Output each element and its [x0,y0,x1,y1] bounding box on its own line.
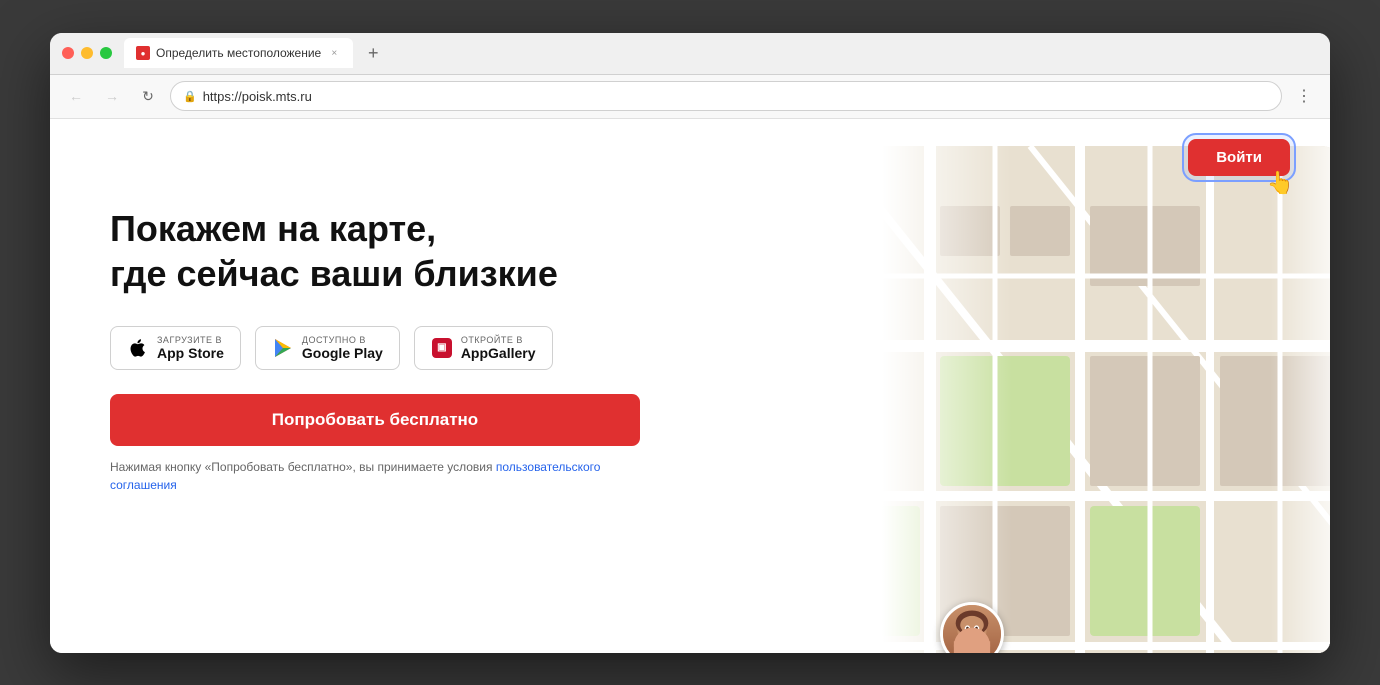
maximize-button[interactable] [100,47,112,59]
app-gallery-icon: ▣ [431,337,453,359]
try-free-button[interactable]: Попробовать бесплатно [110,394,640,446]
app-store-text: Загрузите в App Store [157,335,224,361]
app-gallery-label: Откройте в [461,335,536,345]
google-play-button[interactable]: Доступно в Google Play [255,326,400,370]
tab-favicon: ● [136,46,150,60]
google-play-label: Доступно в [302,335,383,345]
tab-title: Определить местоположение [156,46,321,60]
app-gallery-text: Откройте в AppGallery [461,335,536,361]
hero-title-line1: Покажем на карте, [110,208,436,249]
traffic-lights [62,47,112,59]
hero-right [810,146,1330,653]
page-content: Войти 👆 Покажем на карте, где сейчас ваш… [50,119,1330,653]
cursor-hand: 👆 [1267,170,1294,196]
browser-menu-button[interactable]: ⋮ [1290,82,1318,110]
avatar-face [943,605,1001,653]
app-gallery-button[interactable]: ▣ Откройте в AppGallery [414,326,553,370]
hero-left: Покажем на карте, где сейчас ваши близки… [110,196,750,494]
google-play-text: Доступно в Google Play [302,335,383,361]
hero-title-line2: где сейчас ваши близкие [110,253,558,294]
minimize-button[interactable] [81,47,93,59]
map-fade-left [830,146,1330,653]
app-store-label: Загрузите в [157,335,224,345]
new-tab-button[interactable]: + [359,39,387,67]
hero-section: Покажем на карте, где сейчас ваши близки… [50,176,1330,653]
browser-window: ● Определить местоположение × + ← → ↻ 🔒 … [50,33,1330,653]
back-button[interactable]: ← [62,82,90,110]
google-play-name: Google Play [302,345,383,361]
site-header: Войти 👆 [50,119,1330,176]
url-text: https://poisk.mts.ru [203,89,312,104]
app-store-name: App Store [157,345,224,361]
tab-bar: ● Определить местоположение × + [124,38,1318,68]
app-gallery-name: AppGallery [461,345,536,361]
disclaimer: Нажимая кнопку «Попробовать бесплатно», … [110,458,640,494]
map-fade-right [1270,146,1330,653]
store-buttons: Загрузите в App Store [110,326,750,370]
title-bar: ● Определить местоположение × + [50,33,1330,75]
forward-button[interactable]: → [98,82,126,110]
close-button[interactable] [62,47,74,59]
google-play-icon [272,337,294,359]
apple-icon [127,337,149,359]
active-tab[interactable]: ● Определить местоположение × [124,38,353,68]
address-bar: ← → ↻ 🔒 https://poisk.mts.ru ⋮ [50,75,1330,119]
disclaimer-text: Нажимая кнопку «Попробовать бесплатно», … [110,460,496,474]
url-bar[interactable]: 🔒 https://poisk.mts.ru [170,81,1282,111]
login-btn-wrapper: Войти 👆 [1188,139,1290,176]
app-store-button[interactable]: Загрузите в App Store [110,326,241,370]
tab-close-button[interactable]: × [327,46,341,60]
lock-icon: 🔒 [183,90,197,103]
refresh-button[interactable]: ↻ [134,82,162,110]
hero-title: Покажем на карте, где сейчас ваши близки… [110,206,750,296]
phone-mockup [810,146,1330,653]
